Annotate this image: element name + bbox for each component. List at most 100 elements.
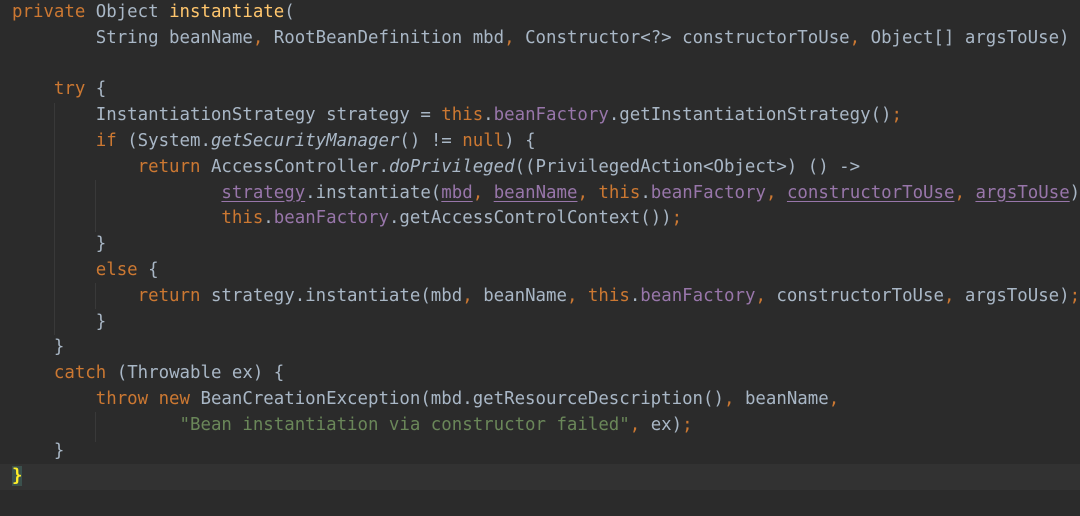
code-token: String beanName [12, 27, 253, 48]
code-token: (System. [116, 130, 211, 151]
code-line[interactable]: strategy.instantiate(mbd, beanName, this… [12, 181, 1080, 207]
code-token: catch [53, 363, 107, 384]
code-token: argsToUse [975, 182, 1070, 203]
code-token: , [629, 414, 641, 435]
code-area[interactable]: private Object instantiate( String beanN… [0, 0, 1080, 491]
code-line[interactable]: } [0, 464, 1080, 491]
code-line[interactable]: "Bean instantiation via constructor fail… [12, 413, 1080, 439]
code-line[interactable]: return strategy.instantiate(mbd, beanNam… [12, 284, 1080, 310]
code-token: } [12, 234, 107, 255]
code-token: this [587, 285, 630, 306]
code-token: , [849, 27, 861, 48]
code-token: null [462, 130, 505, 151]
code-token: return [137, 156, 201, 177]
code-line[interactable]: } [12, 335, 1080, 361]
code-token: this [441, 105, 484, 126]
code-token: (Throwable ex) { [106, 363, 285, 384]
code-token: beanFactory [493, 105, 609, 126]
code-token: beanFactory [640, 285, 756, 306]
code-line[interactable]: } [12, 310, 1080, 336]
code-token: beanName [472, 285, 567, 306]
code-token: ; [1069, 285, 1080, 306]
code-token: this [221, 208, 264, 229]
code-line[interactable]: if (System.getSecurityManager() != null)… [12, 129, 1080, 155]
code-line[interactable]: try { [12, 77, 1080, 103]
code-token: instantiate [169, 2, 285, 22]
code-token: ) { [504, 130, 536, 151]
code-token: , [755, 285, 766, 306]
code-token: ; [891, 105, 903, 126]
code-token: InstantiationStrategy strategy = [12, 105, 442, 126]
code-token: Constructor<?> constructorToUse [514, 27, 850, 48]
code-token: strategy [221, 182, 306, 203]
code-token: BeanCreationException(mbd.getResourceDes… [190, 388, 724, 409]
code-token: } [12, 311, 107, 332]
code-token: beanFactory [650, 182, 766, 203]
code-token: strategy.instantiate(mbd [200, 285, 463, 306]
code-token: else [95, 259, 138, 280]
code-line[interactable]: else { [12, 258, 1080, 284]
code-token: , [723, 388, 735, 409]
code-token: , [765, 182, 777, 203]
code-token: ((PrivilegedAction<Object>) () -> [514, 156, 861, 177]
code-token: ex) [640, 414, 683, 435]
code-token: ; [682, 414, 693, 435]
code-token: () != [399, 130, 463, 151]
code-line[interactable]: throw new BeanCreationException(mbd.getR… [12, 387, 1080, 413]
code-token: . [629, 285, 641, 306]
code-token: , [954, 182, 965, 203]
code-token: getSecurityManager [210, 130, 400, 151]
code-line[interactable]: } [12, 439, 1080, 465]
code-token: private [12, 2, 86, 22]
code-token: ; [671, 208, 683, 229]
code-token: .getAccessControlContext()) [388, 208, 672, 229]
code-token: ) [1069, 182, 1080, 203]
code-editor[interactable]: private Object instantiate( String beanN… [0, 0, 1080, 516]
code-line[interactable]: catch (Throwable ex) { [12, 361, 1080, 387]
code-token: try [53, 79, 86, 100]
code-token: , [828, 388, 840, 409]
code-token: , [462, 285, 473, 306]
code-token: "Bean instantiation via constructor fail… [179, 414, 630, 435]
code-line[interactable]: } [12, 232, 1080, 258]
code-token: } [12, 440, 65, 461]
code-token: throw new [95, 388, 190, 409]
code-token: } [12, 466, 23, 487]
code-token: argsToUse) [954, 285, 1070, 306]
code-token: if [95, 130, 117, 151]
code-line[interactable]: return AccessController.doPrivileged((Pr… [12, 155, 1080, 181]
code-token: , [252, 27, 264, 48]
code-line[interactable]: this.beanFactory.getAccessControlContext… [12, 206, 1080, 232]
code-token: AccessController. [200, 156, 389, 177]
code-line[interactable]: InstantiationStrategy strategy = this.be… [12, 103, 1080, 129]
code-token: } [12, 337, 65, 358]
code-token: . [263, 208, 274, 229]
code-token: . [483, 105, 494, 126]
code-token: , [504, 27, 515, 48]
code-token: constructorToUse [786, 182, 955, 203]
code-token: , [577, 182, 588, 203]
code-token: beanName [493, 182, 578, 203]
code-token: , [472, 182, 484, 203]
code-line[interactable] [12, 52, 1080, 78]
code-line[interactable]: String beanName, RootBeanDefinition mbd,… [12, 26, 1080, 52]
code-token: , [943, 285, 955, 306]
code-token: RootBeanDefinition mbd [263, 27, 505, 48]
code-token: constructorToUse [765, 285, 944, 306]
code-token: Object [85, 2, 170, 22]
code-token: beanFactory [273, 208, 389, 229]
code-token: doPrivileged [388, 156, 515, 177]
code-line[interactable]: private Object instantiate( [12, 0, 1080, 26]
code-token: .getInstantiationStrategy() [608, 105, 892, 126]
